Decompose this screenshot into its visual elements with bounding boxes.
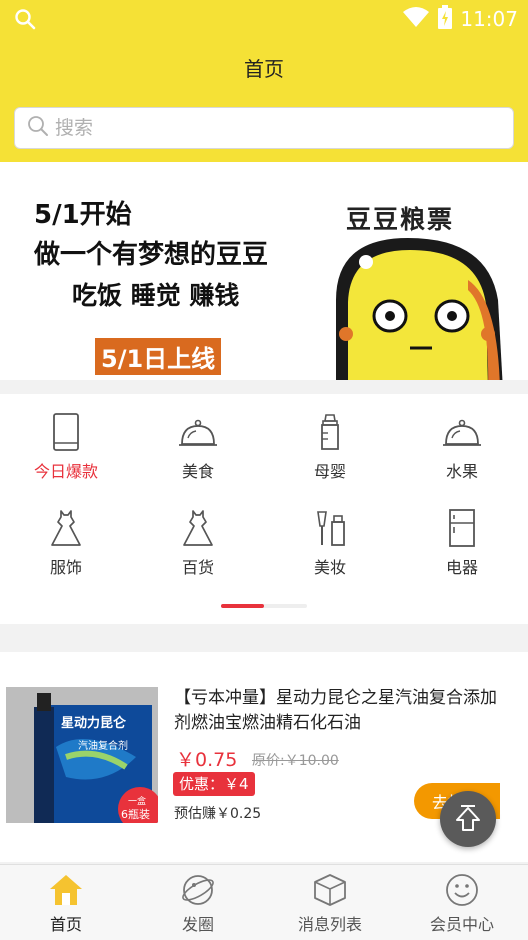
category-label: 美食: [181, 462, 214, 481]
category-food[interactable]: 美食: [132, 394, 264, 484]
banner-line-3: 吃饭 睡觉 赚钱: [72, 281, 240, 310]
product-price: ￥0.75: [176, 749, 238, 771]
category-label: 母婴: [313, 462, 346, 481]
wifi-icon: [402, 6, 430, 32]
nav-label: 首页: [49, 915, 82, 934]
baby-bottle-icon: [321, 414, 339, 450]
category-page-indicator: [221, 604, 307, 608]
category-label: 服饰: [49, 558, 82, 577]
category-label: 电器: [445, 558, 478, 577]
nav-home[interactable]: 首页: [0, 865, 132, 940]
product-image-brand: 星动力昆仑: [61, 715, 127, 731]
category-grid: 今日爆款 美食 母婴 水果 服饰 百货 美妆 电器: [0, 394, 528, 624]
product-image-badge-top: 一盒: [128, 795, 146, 807]
category-label: 水果: [445, 462, 478, 481]
dress-icon: [183, 510, 213, 546]
banner-launch-tag: 5/1日上线: [95, 338, 222, 375]
page-title: 首页: [244, 56, 284, 81]
category-label: 今日爆款: [33, 462, 98, 481]
clock: 11:07: [460, 7, 518, 31]
bottom-navigation: 首页 发圈 消息列表 会员中心: [0, 864, 528, 940]
bean-mascot-icon: [336, 238, 503, 380]
cloche-icon: [179, 419, 217, 446]
search-input[interactable]: [55, 117, 475, 139]
arrow-up-icon: [456, 805, 480, 831]
search-icon[interactable]: [14, 8, 36, 34]
nav-label: 消息列表: [297, 915, 362, 934]
product-image: 星动力昆仑 汽油复合剂 一盒 6瓶装: [6, 687, 158, 823]
cloche-icon: [443, 419, 481, 446]
category-fruit[interactable]: 水果: [396, 394, 528, 484]
banner-line-2: 做一个有梦想的豆豆: [34, 240, 269, 270]
banner-line-1: 5/1开始: [34, 200, 132, 230]
home-icon: [50, 875, 82, 905]
box-icon: [314, 874, 346, 906]
category-general[interactable]: 百货: [132, 490, 264, 580]
coupon-badge: 优惠：￥4: [173, 772, 255, 796]
back-to-top-button[interactable]: [440, 791, 496, 847]
nav-moments[interactable]: 发圈: [132, 865, 264, 940]
nav-member-center[interactable]: 会员中心: [396, 865, 528, 940]
product-image-badge-bottom: 6瓶装: [121, 807, 150, 821]
category-clothing[interactable]: 服饰: [0, 490, 132, 580]
category-baby[interactable]: 母婴: [264, 394, 396, 484]
product-title: 【亏本冲量】星动力昆仑之星汽油复合添加剂燃油宝燃油精石化石油: [174, 688, 497, 733]
product-original-price: 原价:￥10.00: [252, 753, 339, 769]
category-label: 美妆: [313, 558, 346, 577]
status-bar: 11:07: [0, 0, 528, 38]
category-appliance[interactable]: 电器: [396, 490, 528, 580]
dress-icon: [51, 510, 81, 546]
tablet-icon: [53, 413, 79, 451]
page-header: 首页: [0, 38, 528, 96]
nav-label: 会员中心: [429, 915, 494, 934]
nav-label: 发圈: [181, 915, 214, 934]
nav-messages[interactable]: 消息列表: [264, 865, 396, 940]
product-image-name: 汽油复合剂: [78, 739, 128, 752]
battery-icon: [438, 5, 453, 33]
planet-icon: [182, 875, 214, 905]
search-icon: [27, 115, 49, 141]
fridge-icon: [449, 509, 475, 547]
estimated-earnings: 预估赚￥0.25: [174, 806, 262, 822]
page-indicator-active: [221, 604, 264, 608]
promo-banner[interactable]: 5/1开始 做一个有梦想的豆豆 吃饭 睡觉 赚钱 5/1日上线 豆豆粮票: [0, 162, 528, 380]
category-label: 百货: [181, 558, 214, 577]
category-beauty[interactable]: 美妆: [264, 490, 396, 580]
category-today-hot[interactable]: 今日爆款: [0, 394, 132, 484]
search-area: [0, 96, 528, 162]
smiley-icon: [446, 874, 478, 906]
search-bar[interactable]: [14, 107, 514, 149]
makeup-icon: [317, 511, 345, 546]
